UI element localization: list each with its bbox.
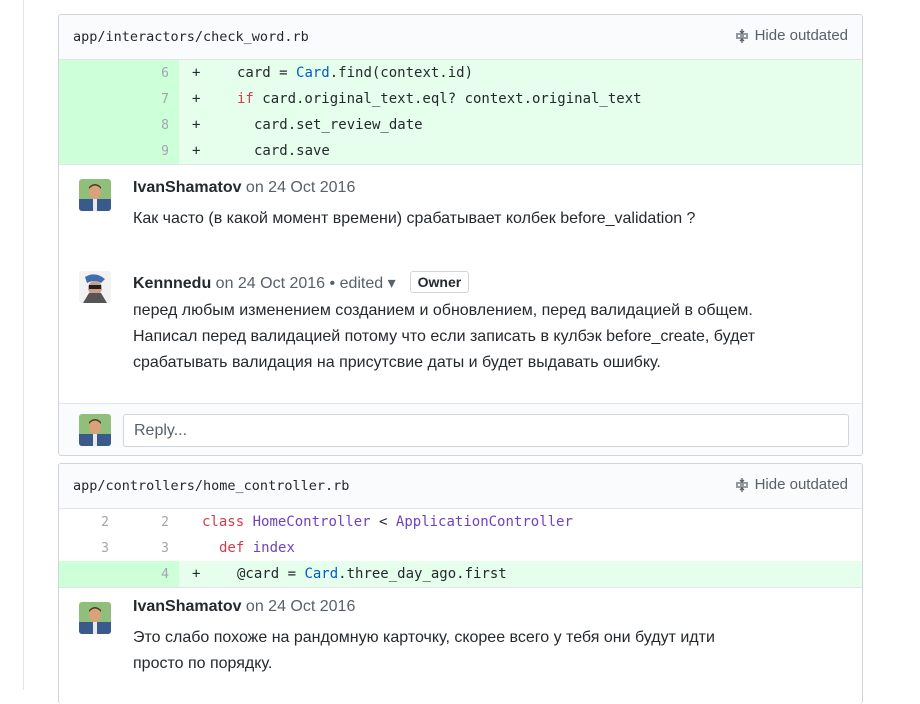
review-thread-check-word: app/interactors/check_word.rb Hide outda… — [58, 14, 863, 456]
owner-badge: Owner — [409, 271, 470, 293]
old-line-number[interactable]: 3 — [59, 541, 109, 556]
diff-sign: + — [192, 91, 201, 107]
code-line: class HomeController < ApplicationContro… — [202, 514, 573, 530]
line-number[interactable]: 6 — [119, 66, 169, 81]
comment-timestamp[interactable]: on 24 Oct 2016 — [241, 179, 355, 196]
code-line: if card.original_text.eql? context.origi… — [237, 91, 642, 107]
new-line-number[interactable]: 2 — [119, 515, 169, 530]
new-line-number[interactable]: 3 — [119, 541, 169, 556]
diff-line: 4 + @card = Card.three_day_ago.first — [59, 561, 862, 587]
comment-text-line: Это слабо похоже на рандомную карточку, … — [133, 629, 715, 646]
avatar — [79, 414, 111, 446]
comment-body: Это слабо похоже на рандомную карточку, … — [133, 625, 715, 677]
comment-text: Как часто (в какой момент времени) сраба… — [133, 210, 696, 227]
comment-list: IvanShamatov on 24 Oct 2016 Это слабо по… — [59, 587, 862, 704]
hide-outdated-button[interactable]: Hide outdated — [734, 476, 848, 493]
old-line-number[interactable]: 2 — [59, 515, 109, 530]
comment-body: перед любым изменением созданием и обнов… — [133, 298, 755, 376]
avatar[interactable] — [79, 271, 111, 303]
hide-outdated-label: Hide outdated — [754, 27, 848, 44]
fold-icon — [735, 477, 748, 492]
file-header: app/controllers/home_controller.rb Hide … — [59, 464, 862, 509]
fold-icon — [735, 28, 748, 43]
file-path[interactable]: app/interactors/check_word.rb — [73, 29, 309, 45]
author-name[interactable]: Kennnedu — [133, 275, 211, 292]
diff-line: 3 3 def index — [59, 535, 862, 561]
diff-line: 8 + card.set_review_date — [59, 112, 862, 138]
timeline-rule — [23, 0, 24, 690]
comment-timestamp[interactable]: on 24 Oct 2016 — [241, 598, 355, 615]
line-number[interactable]: 9 — [119, 144, 169, 159]
comment-author-line: IvanShamatov on 24 Oct 2016 — [133, 598, 355, 616]
avatar[interactable] — [79, 179, 111, 211]
comment-author-line: IvanShamatov on 24 Oct 2016 — [133, 179, 355, 197]
comment-body: Как часто (в какой момент времени) сраба… — [133, 206, 695, 232]
diff-sign: + — [192, 566, 201, 582]
diff-sign: + — [192, 117, 201, 133]
diff-hunk: 2 2 class HomeController < ApplicationCo… — [59, 509, 862, 587]
diff-line: 6 + card = Card.find(context.id) — [59, 60, 862, 86]
author-name[interactable]: IvanShamatov — [133, 179, 241, 196]
diff-line: 7 + if card.original_text.eql? context.o… — [59, 86, 862, 112]
comment-text-line: срабатывать валидация на присутсвие даты… — [133, 354, 661, 371]
new-line-number[interactable]: 4 — [119, 567, 169, 582]
author-name[interactable]: IvanShamatov — [133, 598, 241, 615]
code-line: card.save — [254, 143, 330, 159]
hide-outdated-label: Hide outdated — [754, 476, 848, 493]
comment-text-line: Написал перед валидацией потому что если… — [133, 328, 756, 345]
line-number[interactable]: 7 — [119, 92, 169, 107]
reply-input[interactable]: Reply... — [123, 414, 849, 447]
code-line: card = Card.find(context.id) — [237, 65, 474, 81]
diff-sign: + — [192, 65, 201, 81]
code-line: card.set_review_date — [254, 117, 423, 133]
diff-hunk: 6 + card = Card.find(context.id) 7 + if … — [59, 60, 862, 164]
diff-sign: + — [192, 143, 201, 159]
comment-list: IvanShamatov on 24 Oct 2016 Как часто (в… — [59, 164, 862, 391]
avatar[interactable] — [79, 602, 111, 634]
diff-line: 9 + card.save — [59, 138, 862, 164]
code-line: def index — [219, 540, 295, 556]
reply-bar: Reply... — [59, 403, 862, 455]
file-path[interactable]: app/controllers/home_controller.rb — [73, 478, 349, 494]
comment-timestamp-edited[interactable]: on 24 Oct 2016 • edited ▾ — [211, 275, 396, 292]
hide-outdated-button[interactable]: Hide outdated — [734, 27, 848, 44]
code-line: @card = Card.three_day_ago.first — [237, 566, 507, 582]
diff-line: 2 2 class HomeController < ApplicationCo… — [59, 509, 862, 535]
file-header: app/interactors/check_word.rb Hide outda… — [59, 15, 862, 60]
review-thread-home-controller: app/controllers/home_controller.rb Hide … — [58, 463, 863, 704]
comment-text-line: просто по порядку. — [133, 655, 273, 672]
line-number[interactable]: 8 — [119, 118, 169, 133]
comment-author-line: Kennnedu on 24 Oct 2016 • edited ▾ Owner — [133, 271, 470, 293]
comment-text-line: перед любым изменением созданием и обнов… — [133, 302, 753, 319]
